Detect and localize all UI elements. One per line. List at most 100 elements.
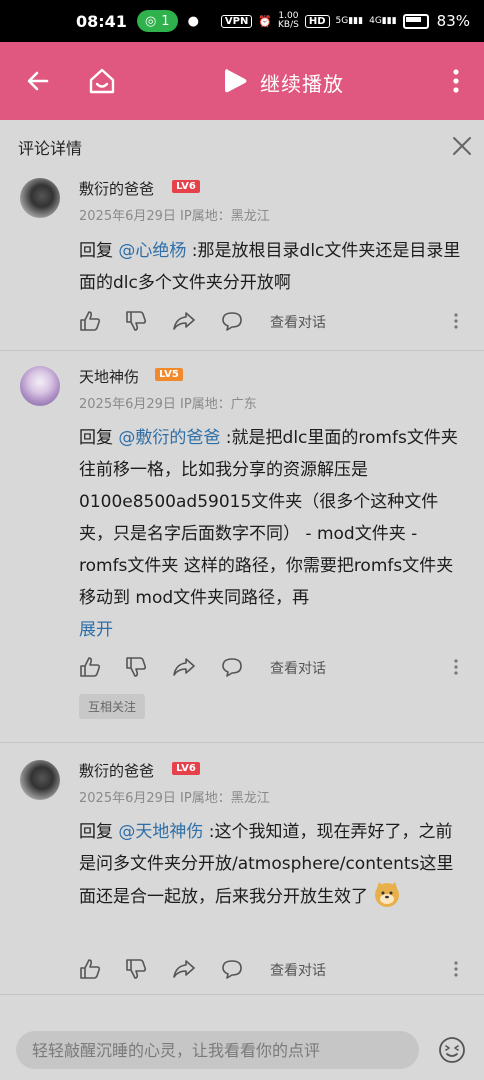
comment-item: 敷衍的爸爸 LV6 2025年6月29日 IP属地：黑龙江 回复 @心绝杨 :那… [0,172,484,348]
view-conversation-link[interactable]: 查看对话 [270,658,326,678]
emoji-button[interactable] [438,1036,466,1064]
comment-location: IP属地：黑龙江 [180,791,270,806]
comment-item: 天地神伤 LV5 2025年6月29日 IP属地：广东 回复 @敷衍的爸爸 :就… [0,358,484,738]
avatar[interactable] [20,178,60,218]
share-button[interactable] [173,656,195,678]
comment-date: 2025年6月29日 [79,397,176,412]
mention-link[interactable]: @心绝杨 [118,241,186,261]
comment-meta: 2025年6月29日 IP属地：黑龙江 [79,205,270,224]
reply-prefix: 回复 [79,241,119,261]
vpn-badge: VPN [220,14,253,28]
comment-location: IP属地：黑龙江 [180,209,270,224]
comment-input[interactable] [16,1031,419,1069]
panel-title: 评论详情 [18,139,83,158]
comment-date: 2025年6月29日 [79,791,176,806]
comment-meta: 2025年6月29日 IP属地：广东 [79,393,257,412]
thumbs-up-icon [80,959,101,979]
status-time: 08:41 [76,11,127,31]
dislike-button[interactable] [125,958,147,980]
like-button[interactable] [79,958,101,980]
mutual-follow-tag: 互相关注 [79,694,146,719]
home-button[interactable] [78,57,126,105]
comment-bubble-icon [222,658,242,677]
comment-username[interactable]: 敷衍的爸爸 [79,178,154,199]
hotspot-icon: ◎ [144,13,157,29]
hd-badge: HD [304,14,330,28]
level-badge: LV6 [172,180,200,193]
share-button[interactable] [173,958,195,980]
battery-percent: 83% [436,12,470,30]
continue-play-label[interactable]: 继续播放 [260,68,344,97]
avatar[interactable] [20,760,60,800]
play-icon[interactable] [218,64,252,98]
emoji-face-icon [439,1037,465,1063]
dislike-button[interactable] [125,656,147,678]
comment-divider [0,994,484,995]
like-button[interactable] [79,656,101,678]
comment-meta: 2025年6月29日 IP属地：黑龙江 [79,787,270,806]
status-right: VPN ⏰ 1.00 KB/S HD 5G▮▮▮ 4G▮▮▮ 83% [220,12,470,30]
more-vertical-icon [454,313,458,329]
comment-more-button[interactable] [451,958,461,980]
reply-button[interactable] [221,310,243,332]
thumbs-down-icon [126,657,147,677]
comment-text[interactable]: 回复 @敷衍的爸爸 :就是把dlc里面的romfs文件夹往前移一格，比如我分享的… [79,422,469,646]
avatar[interactable] [20,366,60,406]
comment-actions: 查看对话 [79,310,469,336]
back-button[interactable] [14,57,62,105]
close-icon [453,137,471,155]
home-icon [89,68,115,94]
comment-actions: 查看对话 [79,958,469,984]
share-arrow-icon [173,960,195,978]
status-bar: 08:41 ◎ 1 ● VPN ⏰ 1.00 KB/S HD 5G▮▮▮ 4G▮… [0,0,484,42]
signal-5g: 5G▮▮▮ [335,16,364,26]
more-vertical-icon [454,659,458,675]
comment-date: 2025年6月29日 [79,209,176,224]
more-vertical-icon [454,961,458,977]
mention-link[interactable]: @敷衍的爸爸 [118,428,220,448]
expand-link[interactable]: 展开 [79,620,113,640]
more-menu-button[interactable] [432,57,480,105]
close-button[interactable] [446,130,478,162]
comment-username[interactable]: 天地神伤 [79,366,139,387]
alarm-icon: ⏰ [258,14,273,28]
comment-body: :就是把dlc里面的romfs文件夹往前移一格，比如我分享的资源解压是0100e… [79,428,458,608]
arrow-left-icon [27,71,49,91]
thumbs-down-icon [126,959,147,979]
comment-item: 敷衍的爸爸 LV6 2025年6月29日 IP属地：黑龙江 回复 @天地神伤 :… [0,752,484,992]
reply-prefix: 回复 [79,428,119,448]
comment-bubble-icon [222,312,242,331]
reply-button[interactable] [221,656,243,678]
hotspot-count: 1 [161,13,170,29]
comment-more-button[interactable] [451,310,461,332]
comment-input-bar [0,1020,484,1080]
level-badge: LV6 [172,762,200,775]
reply-prefix: 回复 [79,822,119,842]
signal-4g: 4G▮▮▮ [369,16,397,26]
view-conversation-link[interactable]: 查看对话 [270,312,326,332]
like-button[interactable] [79,310,101,332]
bulb-icon: ● [187,13,199,29]
doge-emoji-icon [375,882,400,907]
comment-location: IP属地：广东 [180,397,257,412]
level-badge: LV5 [155,368,183,381]
comment-username[interactable]: 敷衍的爸爸 [79,760,154,781]
more-vertical-icon [453,69,459,93]
dislike-button[interactable] [125,310,147,332]
comment-text[interactable]: 回复 @心绝杨 :那是放根目录dlc文件夹还是目录里面的dlc多个文件夹分开放啊 [79,235,469,299]
comment-detail-header: 评论详情 [0,120,484,172]
comment-more-button[interactable] [451,656,461,678]
comment-text[interactable]: 回复 @天地神伤 :这个我知道，现在弄好了，之前是问多文件夹分开放/atmosp… [79,816,469,913]
thumbs-up-icon [80,657,101,677]
mention-link[interactable]: @天地神伤 [118,822,203,842]
comment-bubble-icon [222,960,242,979]
share-arrow-icon [173,658,195,676]
thumbs-up-icon [80,311,101,331]
thumbs-down-icon [126,311,147,331]
comment-divider [0,350,484,351]
hotspot-pill: ◎ 1 [136,10,178,32]
share-arrow-icon [173,312,195,330]
share-button[interactable] [173,310,195,332]
view-conversation-link[interactable]: 查看对话 [270,960,326,980]
reply-button[interactable] [221,958,243,980]
